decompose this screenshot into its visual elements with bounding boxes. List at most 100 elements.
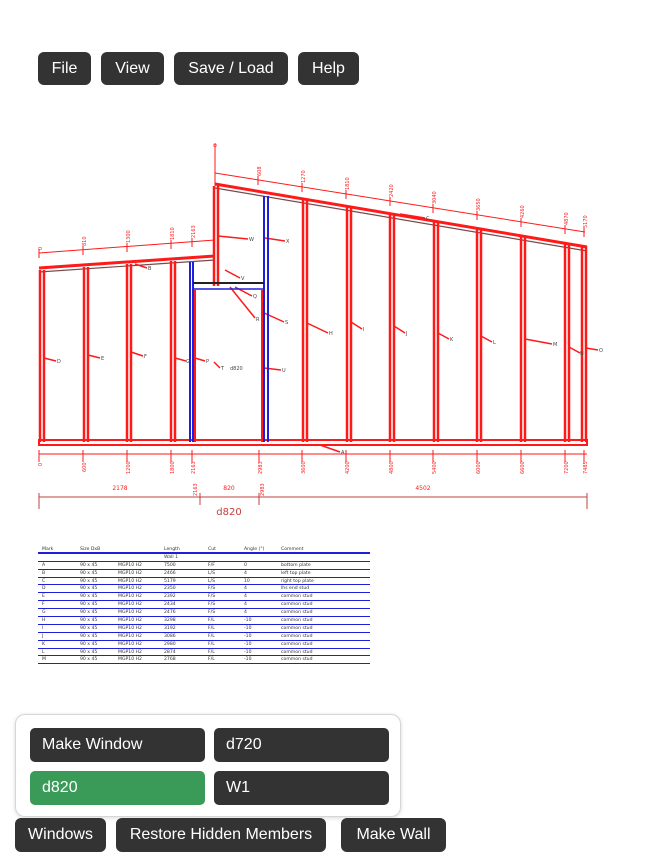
table-cell: MGP10 H2 [118, 657, 142, 663]
top-dim-label: 5170 [583, 215, 589, 228]
table-row: E 90 x 45 MGP10 H2 2392 F/S 4 common stud [38, 593, 370, 602]
table-cell: 5179 [164, 578, 176, 584]
bottom-dim-label: 600 [82, 462, 88, 472]
table-cell: MGP10 H2 [118, 602, 142, 608]
window-d720-button[interactable]: d720 [214, 728, 389, 762]
table-header-cell: Comment [281, 547, 304, 552]
bottom-dim-label: 1200 [126, 461, 132, 474]
bottom-dim-label: 7485 [583, 461, 589, 474]
table-cell: I [42, 625, 44, 631]
top-dim-label: 3040 [432, 191, 438, 204]
member-label: O [599, 348, 603, 354]
view-menu-button[interactable]: View [101, 52, 164, 85]
top-dim-label: 810 [82, 236, 88, 246]
table-cell: 2392 [164, 594, 176, 600]
make-wall-button[interactable]: Make Wall [341, 818, 446, 852]
member-label: K [450, 337, 454, 343]
table-row: K 90 x 45 MGP10 H2 2980 F/L -10 common stud [38, 641, 370, 649]
table-cell: C [42, 578, 46, 584]
table-cell: F/L [208, 625, 215, 631]
table-cell: F/L [208, 618, 215, 624]
member-label: H [329, 331, 333, 337]
table-cell: H [42, 618, 46, 624]
member-label: F [144, 354, 147, 360]
window-w1-button[interactable]: W1 [214, 771, 389, 805]
table-cell: common stud [281, 610, 313, 616]
table-row: M 90 x 45 MGP10 H2 2768 F/L -10 common stud [38, 656, 370, 665]
table-cell: MGP10 H2 [118, 594, 142, 600]
table-cell: 2350 [164, 586, 176, 592]
table-cell: 90 x 45 [80, 586, 98, 592]
top-dim-label: 1270 [301, 170, 307, 183]
member-label: J [405, 331, 407, 337]
bottom-dim-label: 7200 [564, 461, 570, 474]
table-cell: J [42, 633, 44, 639]
table-cell: MGP10 H2 [118, 625, 142, 631]
table-cell: MGP10 H2 [118, 610, 142, 616]
table-cell: 3086 [164, 633, 176, 639]
table-cell: -10 [244, 633, 252, 639]
split-dim-label: 2983 [260, 483, 266, 496]
segment-length: 820 [223, 485, 235, 492]
table-cell: 90 x 45 [80, 594, 98, 600]
table-header-cell: Mark [42, 547, 54, 552]
windows-button[interactable]: Windows [15, 818, 106, 852]
table-cell: 4 [244, 610, 247, 616]
bottom-dim-label: 6000 [476, 461, 482, 474]
top-dim-label: 1810 [170, 227, 176, 240]
member-label: U [282, 368, 286, 374]
member-label: E [101, 356, 104, 362]
table-cell: F/S [208, 602, 216, 608]
member-label: G [186, 359, 190, 365]
table-cell: D [42, 586, 46, 592]
table-cell: 2874 [164, 649, 176, 655]
table-cell: 10 [244, 578, 250, 584]
table-cell: 90 x 45 [80, 602, 98, 608]
table-cell: M [42, 657, 46, 663]
top-dim-label: 608 [257, 166, 263, 176]
member-label: P [206, 359, 209, 365]
top-dim-label: 2420 [389, 184, 395, 197]
make-window-button[interactable]: Make Window [30, 728, 205, 762]
table-cell: common stud [281, 618, 313, 624]
table-cell: MGP10 H2 [118, 618, 142, 624]
table-cell: F [42, 602, 45, 608]
table-cell: K [42, 641, 46, 647]
member-label: M [553, 342, 557, 348]
top-dim-label: 2163 [191, 225, 197, 238]
table-cell: MGP10 H2 [118, 570, 142, 576]
table-cell: common stud [281, 594, 313, 600]
cutting-list-table: Mark Size DxB Length Cut Angle (°) Comme… [38, 546, 370, 665]
table-cell: G [42, 610, 46, 616]
table-row: B 90 x 45 MGP10 H2 2466 L/S 4 left top plate [38, 570, 370, 578]
table-header-cell: Angle (°) [244, 547, 265, 552]
top-dim-label: 1810 [345, 177, 351, 190]
table-row: C 90 x 45 MGP10 H2 5179 L/S 10 right top plate [38, 578, 370, 586]
help-menu-button[interactable]: Help [298, 52, 359, 85]
restore-hidden-members-button[interactable]: Restore Hidden Members [116, 818, 326, 852]
table-cell: E [42, 594, 45, 600]
table-cell: lhs end stud [281, 586, 310, 592]
table-cell: -10 [244, 649, 252, 655]
member-label: X [286, 239, 290, 245]
bottom-dim-label: 4200 [345, 461, 351, 474]
table-row: J 90 x 45 MGP10 H2 3086 F/L -10 common stud [38, 633, 370, 641]
table-cell: 3192 [164, 625, 176, 631]
table-cell: MGP10 H2 [118, 586, 142, 592]
file-menu-button[interactable]: File [38, 52, 91, 85]
bottom-dim-label: 5400 [432, 461, 438, 474]
table-cell: -10 [244, 641, 252, 647]
table-row: H 90 x 45 MGP10 H2 3298 F/L -10 common stud [38, 617, 370, 625]
window-d820-button[interactable]: d820 [30, 771, 205, 805]
table-cell: common stud [281, 602, 313, 608]
table-cell: F/S [208, 610, 216, 616]
save-load-menu-button[interactable]: Save / Load [174, 52, 288, 85]
top-dim-label: 0 [38, 247, 44, 250]
bottom-dim-label: 1800 [170, 461, 176, 474]
table-cell: MGP10 H2 [118, 562, 142, 568]
table-header-cell: Length [164, 547, 180, 552]
table-cell: L [42, 649, 45, 655]
member-label: Q [253, 294, 257, 300]
wall-frame-drawing[interactable]: 0 810 1300 1810 2163 0 608 1270 1810 242… [0, 130, 661, 525]
table-cell: F/L [208, 649, 215, 655]
